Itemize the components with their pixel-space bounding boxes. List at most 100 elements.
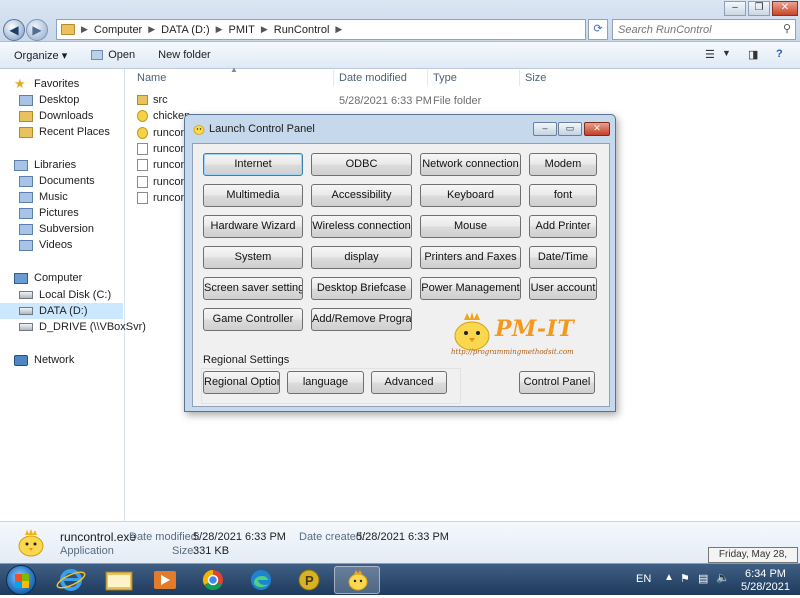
nav-item-downloads[interactable]: Downloads (19, 108, 93, 124)
file-row[interactable]: chicken (137, 108, 190, 124)
nav-item-pictures[interactable]: Pictures (19, 205, 79, 221)
app-taskbar-button[interactable]: P (286, 566, 332, 594)
mouse-button[interactable]: Mouse (420, 215, 521, 238)
advanced-button[interactable]: Advanced (371, 371, 447, 394)
nav-favorites[interactable]: ★ Favorites (14, 76, 79, 92)
nav-network-label: Network (34, 354, 75, 366)
printers-and-faxes-button[interactable]: Printers and Faxes (420, 246, 521, 269)
media-player-taskbar-button[interactable] (142, 566, 188, 594)
dialog-maximize-button[interactable]: ▭ (558, 122, 582, 136)
nav-item-subversion[interactable]: Subversion (19, 221, 94, 237)
nav-item-recent-places[interactable]: Recent Places (19, 124, 110, 140)
dialog-minimize-button[interactable]: – (533, 122, 557, 136)
close-button[interactable]: ✕ (772, 1, 798, 16)
column-header-size[interactable]: Size (525, 72, 546, 84)
add-printer-button[interactable]: Add Printer (529, 215, 597, 238)
file-row[interactable]: runcont (137, 190, 190, 206)
breadcrumb-runcontrol[interactable]: RunControl (274, 24, 330, 36)
dialog-close-button[interactable]: ✕ (584, 122, 610, 136)
power-management-button[interactable]: Power Management (420, 277, 521, 300)
breadcrumb-data[interactable]: DATA (D:) (161, 24, 209, 36)
refresh-button[interactable]: ⟳ (588, 19, 608, 40)
nav-item-local-disk-c[interactable]: Local Disk (C:) (19, 287, 111, 303)
column-divider[interactable] (333, 70, 334, 86)
date-time-button[interactable]: Date/Time (529, 246, 597, 269)
clock-date[interactable]: 5/28/2021 (741, 581, 790, 593)
file-row[interactable]: runcont (137, 157, 190, 173)
column-divider[interactable] (519, 70, 520, 86)
column-header-type[interactable]: Type (433, 72, 457, 84)
font-button[interactable]: font (529, 184, 597, 207)
minimize-button[interactable]: – (724, 1, 746, 16)
system-button[interactable]: System (203, 246, 303, 269)
regional-options-button[interactable]: Regional Options (203, 371, 280, 394)
column-divider[interactable] (427, 70, 428, 86)
accessibility-button[interactable]: Accessibility (311, 184, 412, 207)
nav-item-label: Local Disk (C:) (39, 289, 112, 301)
taskbar: P EN ▲ ⚑ ▤ 🔈 6:34 PM 5/28/2021 (0, 563, 800, 595)
start-button[interactable] (6, 565, 36, 595)
column-header-name[interactable]: Name (137, 72, 166, 84)
help-icon[interactable]: ? (776, 48, 783, 64)
breadcrumb-pmit[interactable]: PMIT (229, 24, 255, 36)
breadcrumb-computer[interactable]: Computer (94, 24, 142, 36)
search-box[interactable]: ⚲ (612, 19, 796, 40)
file-row[interactable]: runcont (137, 125, 190, 141)
open-button[interactable]: Open (91, 49, 135, 61)
file-row[interactable]: src (137, 92, 168, 108)
keyboard-button[interactable]: Keyboard (420, 184, 521, 207)
runcontrol-taskbar-button[interactable] (334, 566, 380, 594)
language-button[interactable]: language (287, 371, 364, 394)
file-row[interactable]: runcont (137, 174, 190, 190)
modem-button[interactable]: Modem (529, 153, 597, 176)
display-button[interactable]: display (311, 246, 412, 269)
internet-button[interactable]: Internet (203, 153, 303, 176)
nav-item-data-d[interactable]: DATA (D:) (0, 303, 123, 319)
network-connection-button[interactable]: Network connection (420, 153, 521, 176)
file-explorer-taskbar-button[interactable] (96, 566, 142, 594)
new-folder-button[interactable]: New folder (158, 49, 211, 61)
column-header-date[interactable]: Date modified (339, 72, 407, 84)
nav-libraries[interactable]: Libraries (14, 157, 76, 173)
maximize-button[interactable]: ❐ (748, 1, 770, 16)
show-hidden-icons-icon[interactable]: ▲ (664, 572, 674, 583)
edge-taskbar-button[interactable] (238, 566, 284, 594)
back-button[interactable]: ◀ (3, 19, 25, 41)
chrome-taskbar-button[interactable] (190, 566, 236, 594)
nav-item-music[interactable]: Music (19, 189, 68, 205)
action-center-icon[interactable]: ⚑ (680, 572, 690, 585)
add-remove-programs-button[interactable]: Add/Remove Programs (311, 308, 412, 331)
volume-icon[interactable]: 🔈 (716, 571, 730, 584)
open-label: Open (108, 49, 136, 61)
chevron-right-icon: ▶ (215, 24, 223, 34)
preview-pane-icon[interactable]: ◨ (748, 48, 758, 64)
control-panel-button[interactable]: Control Panel (519, 371, 595, 394)
nav-item-d-drive[interactable]: D_DRIVE (\\VBoxSvr) (19, 319, 146, 335)
desktop-briefcase-button[interactable]: Desktop Briefcase (311, 277, 412, 300)
file-date: 5/28/2021 6:33 PM (339, 95, 432, 107)
wireless-connection-button[interactable]: Wireless connection (311, 215, 412, 238)
odbc-button[interactable]: ODBC (311, 153, 412, 176)
multimedia-button[interactable]: Multimedia (203, 184, 303, 207)
address-bar[interactable]: ▶ Computer ▶ DATA (D:) ▶ PMIT ▶ RunContr… (56, 19, 586, 40)
network-status-icon[interactable]: ▤ (698, 572, 708, 585)
hardware-wizard-button[interactable]: Hardware Wizard (203, 215, 303, 238)
user-account-button[interactable]: User account (529, 277, 597, 300)
view-options-icon[interactable]: ☰ (705, 48, 715, 64)
nav-computer[interactable]: Computer (14, 270, 82, 286)
clock-time[interactable]: 6:34 PM (745, 568, 786, 580)
internet-explorer-taskbar-button[interactable] (48, 566, 94, 594)
sort-ascending-icon: ▲ (230, 65, 238, 74)
input-language-indicator[interactable]: EN (636, 573, 651, 585)
nav-item-desktop[interactable]: Desktop (19, 92, 79, 108)
nav-item-videos[interactable]: Videos (19, 237, 72, 253)
screen-saver-settings-button[interactable]: Screen saver settings (203, 277, 303, 300)
forward-button[interactable]: ▶ (26, 19, 48, 41)
game-controller-button[interactable]: Game Controller (203, 308, 303, 331)
organize-menu[interactable]: Organize ▾ (14, 49, 67, 62)
nav-item-documents[interactable]: Documents (19, 173, 95, 189)
nav-network[interactable]: Network (14, 352, 74, 368)
chevron-down-icon[interactable]: ▼ (722, 48, 731, 64)
file-row[interactable]: runcont (137, 141, 190, 157)
search-input[interactable] (613, 20, 773, 39)
